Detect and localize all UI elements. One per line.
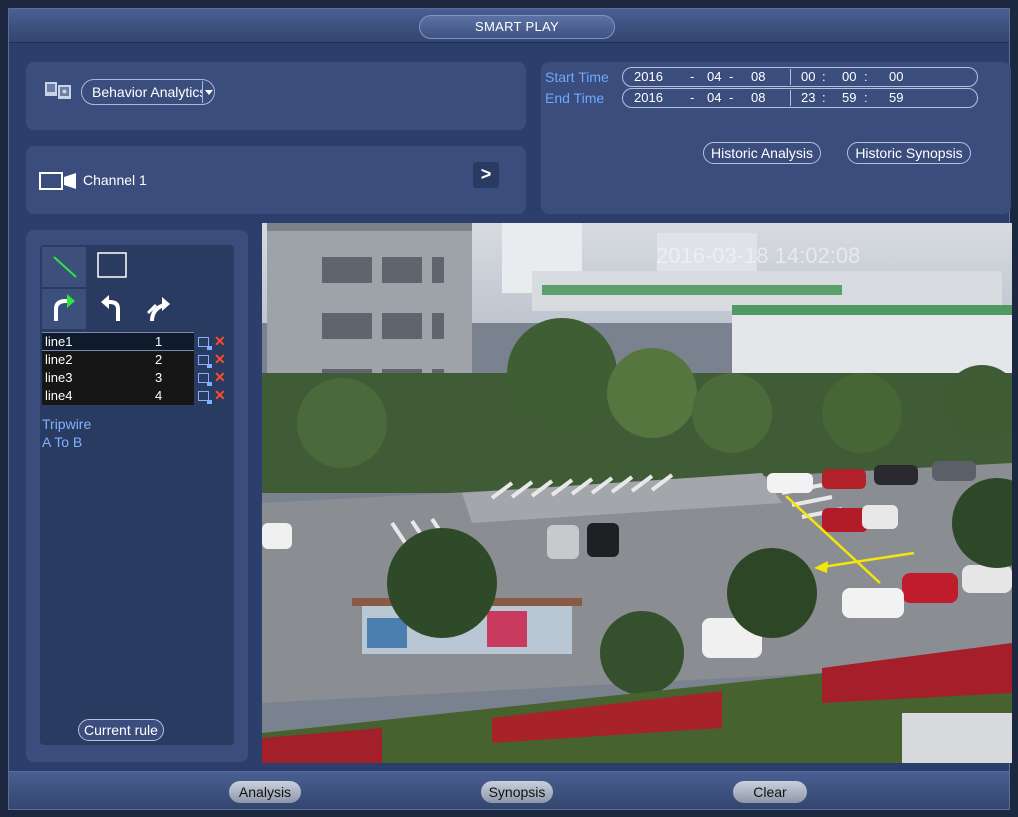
current-rule-button[interactable]: Current rule [78, 719, 164, 741]
start-time-field[interactable]: 2016 - 04 - 08 00 : 00 : 00 [622, 67, 978, 87]
end-time-field[interactable]: 2016 - 04 - 08 23 : 59 : 59 [622, 88, 978, 108]
reset-icon[interactable] [138, 289, 182, 329]
end-time-label: End Time [545, 90, 605, 106]
redo-icon[interactable] [42, 289, 86, 329]
rule-actions: ✕ [194, 333, 234, 351]
window-title: SMART PLAY [419, 15, 615, 39]
end-year[interactable]: 2016 [634, 90, 663, 105]
rule-number: 1 [152, 332, 194, 351]
edit-icon[interactable] [198, 372, 212, 386]
delete-icon[interactable]: ✕ [214, 333, 226, 349]
rule-number: 2 [152, 350, 194, 369]
start-minute[interactable]: 00 [842, 69, 856, 84]
line-tool-icon[interactable] [42, 247, 86, 287]
delete-icon[interactable]: ✕ [214, 369, 226, 385]
end-hour[interactable]: 23 [801, 90, 815, 105]
end-time-row: End Time 2016 - 04 - 08 23 : 59 : 59 [544, 88, 978, 108]
start-year[interactable]: 2016 [634, 69, 663, 84]
camera-icon [39, 172, 76, 190]
analysis-type-icon [45, 82, 71, 99]
edit-icon[interactable] [198, 354, 212, 368]
channel-panel: Channel 1 > [26, 146, 526, 214]
rule-actions: ✕ [194, 387, 234, 405]
rule-name[interactable]: line4 [42, 386, 152, 405]
start-day[interactable]: 08 [751, 69, 765, 84]
rule-name[interactable]: line2 [42, 350, 152, 369]
rule-direction-label: A To B [42, 434, 83, 450]
rule-row[interactable]: line2 2 ✕ [42, 350, 234, 369]
rule-list: line1 1 ✕ line2 2 ✕ line3 3 ✕ line4 4 ✕ [42, 332, 234, 405]
rule-actions: ✕ [194, 351, 234, 369]
end-day[interactable]: 08 [751, 90, 765, 105]
video-timestamp: 2016-03-18 14:02:08 [656, 243, 860, 268]
rule-actions: ✕ [194, 369, 234, 387]
title-bar: SMART PLAY [9, 9, 1009, 43]
synopsis-button[interactable]: Synopsis [481, 781, 553, 803]
rule-type-label: Tripwire [42, 416, 92, 432]
start-month[interactable]: 04 [707, 69, 721, 84]
delete-icon[interactable]: ✕ [214, 351, 226, 367]
delete-icon[interactable]: ✕ [214, 387, 226, 403]
rectangle-tool-icon[interactable] [90, 247, 134, 287]
channel-label: Channel 1 [83, 172, 147, 188]
time-range-panel: Start Time 2016 - 04 - 08 00 : 00 : 00 E… [541, 62, 1011, 214]
rule-row[interactable]: line4 4 ✕ [42, 386, 234, 405]
historic-synopsis-button[interactable]: Historic Synopsis [847, 142, 971, 164]
rule-panel: line1 1 ✕ line2 2 ✕ line3 3 ✕ line4 4 ✕ Tripwire A … [26, 230, 248, 762]
rule-number: 3 [152, 368, 194, 387]
rule-row[interactable]: line1 1 ✕ [42, 332, 234, 351]
end-second[interactable]: 59 [889, 90, 903, 105]
undo-icon[interactable] [90, 289, 134, 329]
rule-number: 4 [152, 386, 194, 405]
chevron-down-icon[interactable] [202, 81, 214, 103]
bottom-toolbar: Analysis Synopsis Clear [9, 771, 1009, 809]
end-month[interactable]: 04 [707, 90, 721, 105]
smart-play-window: SMART PLAY Behavior Analytics Channel 1 … [8, 8, 1012, 810]
camera-scene-image: 2016-03-18 14:02:08 [262, 223, 1012, 763]
video-view[interactable]: 2016-03-18 14:02:08 [262, 223, 1012, 763]
start-hour[interactable]: 00 [801, 69, 815, 84]
rule-row[interactable]: line3 3 ✕ [42, 368, 234, 387]
edit-icon[interactable] [198, 390, 212, 404]
date-time-divider [790, 90, 791, 106]
analysis-type-select[interactable]: Behavior Analytics [81, 79, 215, 105]
rule-toolbar [42, 247, 232, 331]
date-time-divider [790, 69, 791, 85]
rule-editor: line1 1 ✕ line2 2 ✕ line3 3 ✕ line4 4 ✕ Tripwire A … [40, 245, 234, 745]
start-second[interactable]: 00 [889, 69, 903, 84]
analysis-type-value: Behavior Analytics [92, 84, 207, 100]
channel-next-button[interactable]: > [473, 162, 499, 188]
rule-name[interactable]: line3 [42, 368, 152, 387]
rule-name[interactable]: line1 [42, 332, 152, 351]
historic-analysis-button[interactable]: Historic Analysis [703, 142, 821, 164]
analysis-type-panel: Behavior Analytics [26, 62, 526, 130]
end-minute[interactable]: 59 [842, 90, 856, 105]
clear-button[interactable]: Clear [733, 781, 807, 803]
start-time-label: Start Time [545, 69, 609, 85]
start-time-row: Start Time 2016 - 04 - 08 00 : 00 : 00 [544, 67, 978, 87]
analysis-button[interactable]: Analysis [229, 781, 301, 803]
edit-icon[interactable] [198, 336, 212, 350]
